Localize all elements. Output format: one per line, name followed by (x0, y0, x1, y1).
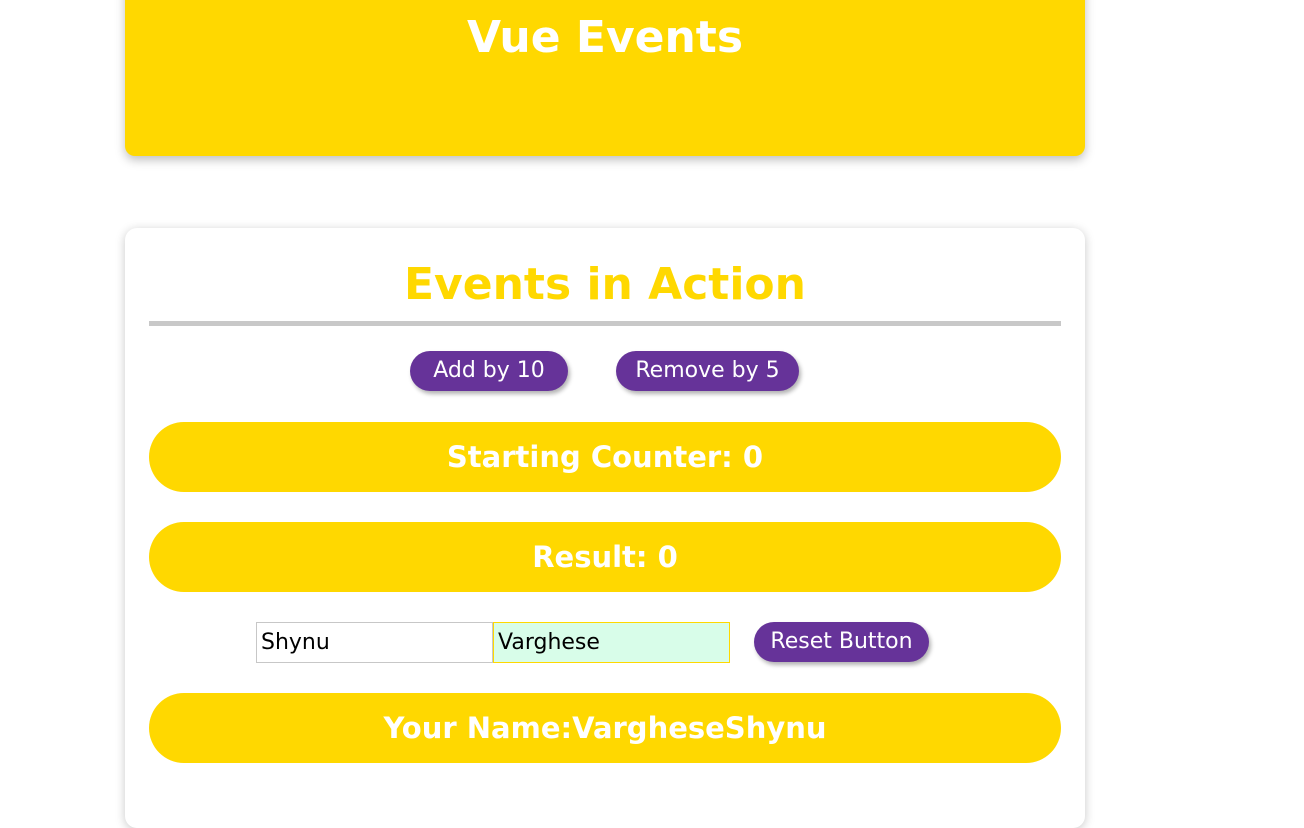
reset-button[interactable]: Reset Button (754, 622, 929, 662)
last-name-input[interactable] (493, 622, 730, 663)
starting-counter-display: Starting Counter: 0 (149, 422, 1061, 492)
title-divider (149, 321, 1061, 326)
events-card: Events in Action Add by 10 Remove by 5 S… (125, 228, 1085, 828)
page-title: Vue Events (466, 12, 744, 63)
remove-by-5-button[interactable]: Remove by 5 (616, 351, 799, 391)
full-name-display: Your Name:VargheseShynu (149, 693, 1061, 763)
header-card: Vue Events (125, 0, 1085, 156)
result-display: Result: 0 (149, 522, 1061, 592)
first-name-input[interactable] (256, 622, 493, 663)
section-title: Events in Action (404, 259, 806, 310)
add-by-10-button[interactable]: Add by 10 (410, 351, 568, 391)
